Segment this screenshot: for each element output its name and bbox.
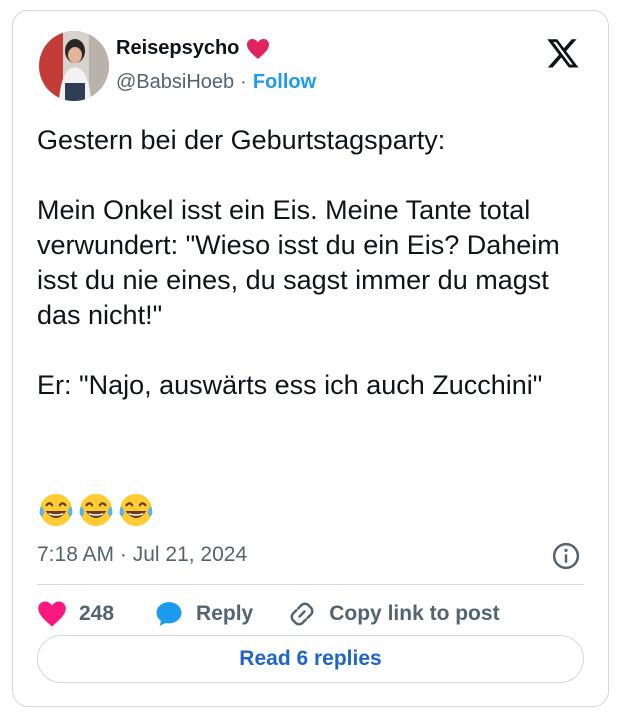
tweet-paragraph: Er: "Najo, auswärts ess ich auch Zucchin…	[37, 370, 543, 400]
handle-row: @BabsiHoeb · Follow	[116, 71, 316, 94]
x-logo-icon[interactable]	[545, 36, 581, 70]
copy-link-button[interactable]: Copy link to post	[287, 599, 500, 629]
face-with-tears-of-joy-icon	[39, 493, 73, 527]
reply-button[interactable]: Reply	[154, 599, 253, 629]
action-bar: 248 Reply Copy link to post	[37, 599, 500, 629]
copy-link-label: Copy link to post	[329, 602, 500, 625]
tweet-timestamp[interactable]: 7:18 AM · Jul 21, 2024	[37, 543, 247, 567]
avatar[interactable]	[39, 31, 109, 101]
author-name[interactable]: Reisepsycho	[116, 37, 239, 60]
follow-button[interactable]: Follow	[253, 71, 316, 94]
divider	[37, 584, 584, 585]
tweet-paragraph: Mein Onkel isst ein Eis. Meine Tante tot…	[37, 195, 560, 330]
link-icon	[290, 602, 314, 626]
tweet-paragraph: Gestern bei der Geburtstagsparty:	[37, 125, 446, 155]
heart-icon	[247, 38, 270, 59]
author-name-row[interactable]: Reisepsycho	[116, 37, 271, 60]
read-replies-button[interactable]: Read 6 replies	[37, 635, 584, 683]
tweet-card: Reisepsycho @BabsiHoeb · Follow Gestern …	[12, 10, 609, 707]
heart-icon	[38, 601, 66, 627]
reply-label: Reply	[196, 602, 254, 625]
face-with-tears-of-joy-icon	[79, 493, 113, 527]
info-icon[interactable]	[551, 541, 581, 571]
reply-bubble-icon	[156, 602, 182, 626]
author-handle[interactable]: @BabsiHoeb	[116, 71, 234, 94]
tweet-text: Gestern bei der Geburtstagsparty: Mein O…	[37, 123, 593, 403]
emoji-row	[37, 491, 155, 529]
like-count: 248	[79, 602, 115, 625]
like-button[interactable]: 248	[37, 599, 114, 629]
separator-dot: ·	[240, 71, 247, 93]
face-with-tears-of-joy-icon	[119, 493, 153, 527]
